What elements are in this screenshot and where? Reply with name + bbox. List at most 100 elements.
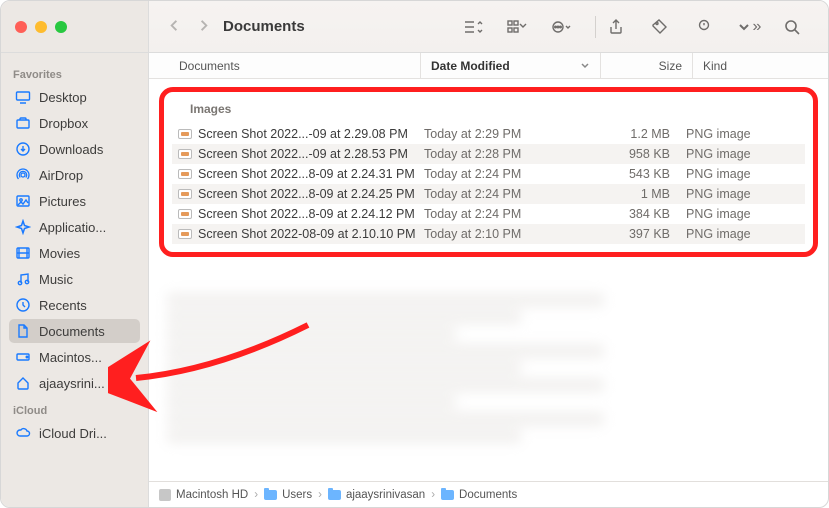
airdrop-icon — [15, 167, 31, 183]
sidebar-item-downloads[interactable]: Downloads — [9, 137, 140, 161]
file-date: Today at 2:24 PM — [418, 187, 590, 201]
file-date: Today at 2:24 PM — [418, 167, 590, 181]
share-button[interactable] — [602, 15, 630, 39]
file-thumbnail-icon — [178, 209, 192, 219]
sidebar-label: ajaaysrini... — [39, 376, 105, 391]
minimize-button[interactable] — [35, 21, 47, 33]
sidebar-label: AirDrop — [39, 168, 83, 183]
path-item[interactable]: ajaaysrinivasan — [328, 489, 425, 501]
annotation-highlight: Images Screen Shot 2022...-09 at 2.29.08… — [159, 87, 818, 257]
sidebar-label: Music — [39, 272, 73, 287]
sidebar-item-dropbox[interactable]: Dropbox — [9, 111, 140, 135]
file-row[interactable]: Screen Shot 2022...8-09 at 2.24.25 PMTod… — [172, 184, 805, 204]
column-date[interactable]: Date Modified — [421, 53, 601, 78]
sidebar-item-icloud-drive[interactable]: iCloud Dri... — [9, 421, 140, 445]
pictures-icon — [15, 193, 31, 209]
file-row[interactable]: Screen Shot 2022...8-09 at 2.24.12 PMTod… — [172, 204, 805, 224]
column-size[interactable]: Size — [601, 53, 693, 78]
view-list-button[interactable] — [459, 15, 487, 39]
file-thumbnail-icon — [178, 169, 192, 179]
finder-window: Documents — [0, 0, 829, 508]
file-row[interactable]: Screen Shot 2022...-09 at 2.29.08 PM Toda… — [172, 124, 805, 144]
search-button[interactable] — [778, 15, 806, 39]
file-name: Screen Shot 2022...-09 at 2.29.08 PM — [198, 127, 408, 141]
column-name[interactable]: Documents — [149, 53, 421, 78]
path-label: Documents — [459, 489, 517, 501]
folder-icon — [441, 490, 454, 500]
path-item[interactable]: Documents — [441, 489, 517, 501]
desktop-icon — [15, 89, 31, 105]
path-item[interactable]: Users — [264, 489, 312, 501]
toolbar-sidebar-region — [1, 1, 149, 52]
folder-icon — [264, 490, 277, 500]
file-date: Today at 2:24 PM — [418, 207, 590, 221]
sidebar-item-movies[interactable]: Movies — [9, 241, 140, 265]
file-name: Screen Shot 2022...8-09 at 2.24.31 PM — [198, 167, 415, 181]
sidebar-item-music[interactable]: Music — [9, 267, 140, 291]
path-label: Users — [282, 489, 312, 501]
column-headers: Documents Date Modified Size Kind — [149, 53, 828, 79]
column-kind[interactable]: Kind — [693, 53, 828, 78]
recents-icon — [15, 297, 31, 313]
close-button[interactable] — [15, 21, 27, 33]
window-controls — [15, 21, 67, 33]
file-size: 384 KB — [590, 207, 682, 221]
path-item[interactable]: Macintosh HD — [159, 489, 248, 501]
file-date: Today at 2:29 PM — [418, 127, 590, 141]
sidebar-label: Downloads — [39, 142, 103, 157]
quicklook-button[interactable] — [690, 15, 718, 39]
music-icon — [15, 271, 31, 287]
forward-button[interactable] — [196, 18, 211, 36]
sidebar-item-applications[interactable]: Applicatio... — [9, 215, 140, 239]
sidebar-label: iCloud Dri... — [39, 426, 107, 441]
sidebar-label: Desktop — [39, 90, 87, 105]
sidebar-item-desktop[interactable]: Desktop — [9, 85, 140, 109]
file-row[interactable]: Screen Shot 2022...8-09 at 2.24.31 PMTod… — [172, 164, 805, 184]
file-date: Today at 2:10 PM — [418, 227, 590, 241]
sidebar-label: Pictures — [39, 194, 86, 209]
file-date: Today at 2:28 PM — [418, 147, 590, 161]
movies-icon — [15, 245, 31, 261]
sidebar-label: Recents — [39, 298, 87, 313]
file-kind: PNG image — [682, 127, 805, 141]
file-kind: PNG image — [682, 167, 805, 181]
window-title: Documents — [223, 18, 305, 35]
sidebar: Favorites Desktop Dropbox Downloads AirD… — [1, 53, 149, 507]
file-row[interactable]: Screen Shot 2022-08-09 at 2.10.10 PMToda… — [172, 224, 805, 244]
chevron-right-icon: › — [254, 489, 258, 501]
action-menu-button[interactable] — [547, 15, 575, 39]
path-label: Macintosh HD — [176, 489, 248, 501]
sidebar-item-macintosh-hd[interactable]: Macintos... — [9, 345, 140, 369]
sidebar-item-pictures[interactable]: Pictures — [9, 189, 140, 213]
file-size: 397 KB — [590, 227, 682, 241]
file-thumbnail-icon — [178, 149, 192, 159]
sidebar-label: Movies — [39, 246, 80, 261]
group-by-button[interactable] — [503, 15, 531, 39]
dropbox-icon — [15, 115, 31, 131]
folder-icon — [328, 490, 341, 500]
file-row[interactable]: Screen Shot 2022...-09 at 2.28.53 PMToda… — [172, 144, 805, 164]
more-toolbar-button[interactable]: » — [734, 15, 762, 39]
file-thumbnail-icon — [178, 189, 192, 199]
sidebar-item-documents[interactable]: Documents — [9, 319, 140, 343]
back-button[interactable] — [167, 18, 182, 36]
column-date-label: Date Modified — [431, 59, 510, 73]
sidebar-label: Documents — [39, 324, 105, 339]
disk-icon — [159, 489, 171, 501]
file-size: 1.2 MB — [590, 127, 682, 141]
group-heading-images: Images — [172, 98, 805, 124]
sidebar-label: Dropbox — [39, 116, 88, 131]
zoom-button[interactable] — [55, 21, 67, 33]
path-bar: Macintosh HD › Users › ajaaysrinivasan ›… — [149, 481, 828, 507]
home-icon — [15, 375, 31, 391]
tag-button[interactable] — [646, 15, 674, 39]
file-name: Screen Shot 2022-08-09 at 2.10.10 PM — [198, 227, 416, 241]
sidebar-heading-icloud: iCloud — [9, 401, 140, 419]
file-name: Screen Shot 2022...8-09 at 2.24.25 PM — [198, 187, 415, 201]
sidebar-label: Applicatio... — [39, 220, 106, 235]
downloads-icon — [15, 141, 31, 157]
sidebar-item-recents[interactable]: Recents — [9, 293, 140, 317]
sidebar-item-home[interactable]: ajaaysrini... — [9, 371, 140, 395]
file-kind: PNG image — [682, 207, 805, 221]
sidebar-item-airdrop[interactable]: AirDrop — [9, 163, 140, 187]
